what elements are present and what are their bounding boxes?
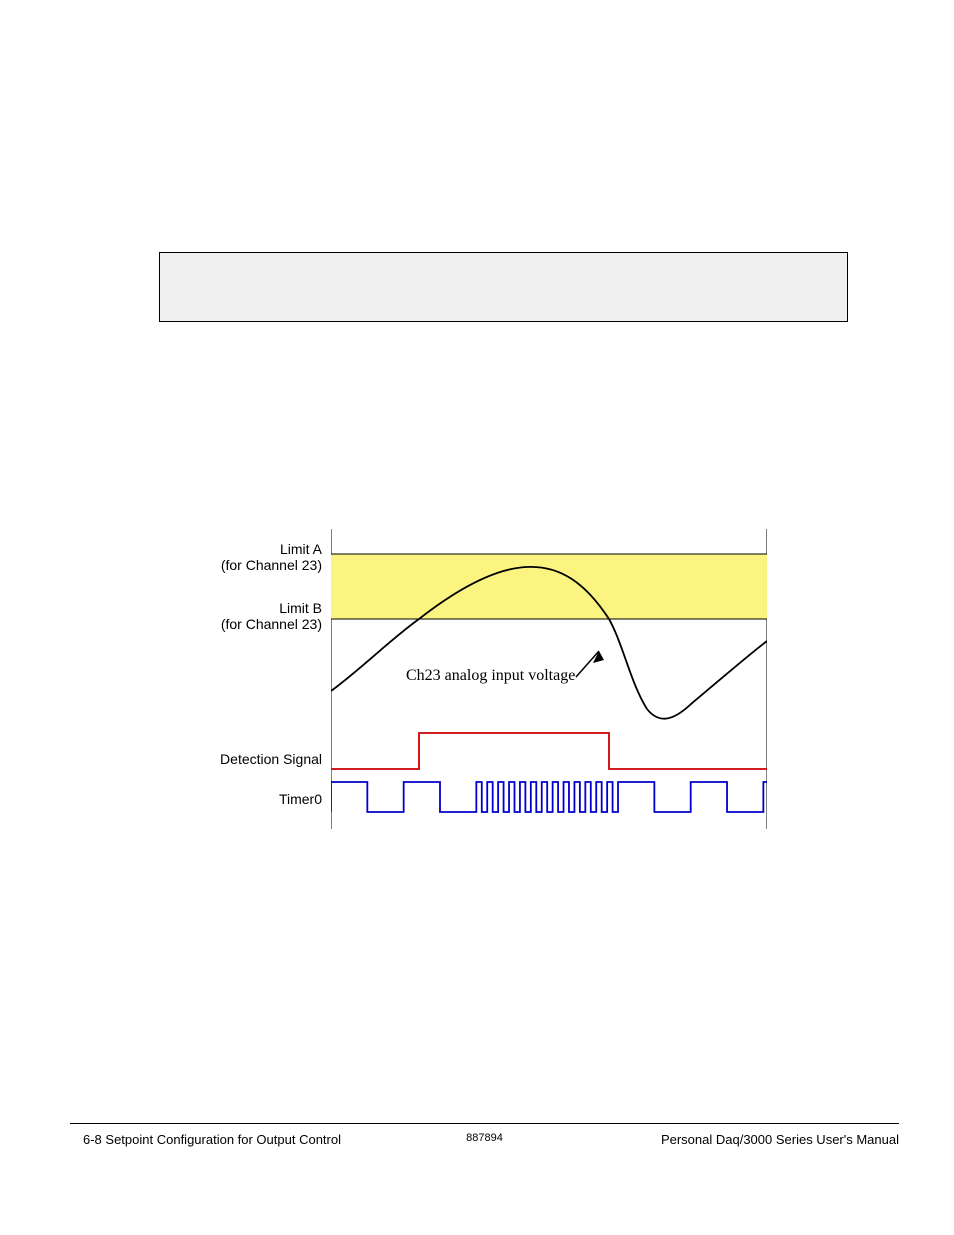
page-footer: 6-8 Setpoint Configuration for Output Co…: [70, 1123, 899, 1154]
limit-b-label: Limit B (for Channel 23): [170, 600, 322, 632]
footer-center: 887894: [466, 1132, 503, 1144]
timer0-trace: [331, 782, 767, 812]
chart-area: Ch23 analog input voltage: [331, 529, 767, 833]
footer-left: 6-8 Setpoint Configuration for Output Co…: [83, 1132, 341, 1147]
limit-band: [331, 554, 767, 619]
limit-a-label: Limit A (for Channel 23): [170, 541, 322, 573]
detection-signal-label: Detection Signal: [170, 751, 322, 767]
detection-signal-trace: [331, 733, 767, 769]
limit-a-line1: Limit A: [280, 541, 322, 557]
limit-a-line2: (for Channel 23): [221, 557, 322, 573]
footer-right: Personal Daq/3000 Series User's Manual: [661, 1132, 899, 1147]
limit-b-line1: Limit B: [279, 600, 322, 616]
page: Limit A (for Channel 23) Limit B (for Ch…: [0, 0, 954, 1235]
figure-placeholder-box: [159, 252, 848, 322]
timer0-label: Timer0: [170, 791, 322, 807]
analog-input-annotation: Ch23 analog input voltage: [406, 667, 575, 685]
annotation-arrow-shaft: [576, 651, 599, 677]
limit-b-line2: (for Channel 23): [221, 616, 322, 632]
